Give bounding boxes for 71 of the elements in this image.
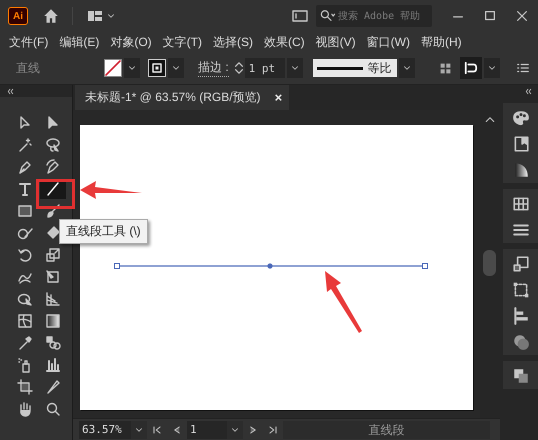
artboard-field[interactable]: 1 <box>187 420 227 438</box>
menu-item[interactable]: 帮助(H) <box>414 34 467 50</box>
knife-icon <box>45 379 61 395</box>
workspace-icon[interactable] <box>87 8 103 24</box>
last-page-icon[interactable] <box>267 424 279 436</box>
panel-icon[interactable] <box>292 8 308 24</box>
scroll-thumb[interactable] <box>483 250 496 276</box>
list-icon[interactable] <box>516 61 530 75</box>
spinner-icon[interactable] <box>232 60 245 76</box>
stroke-swatch[interactable] <box>148 59 166 77</box>
blend-icon <box>45 335 61 351</box>
wand-icon <box>17 137 33 153</box>
perspective-grid-icon <box>45 291 61 307</box>
layers-icon[interactable] <box>512 367 530 385</box>
zoom-field[interactable]: 63.57% <box>79 420 131 438</box>
stroke-profile-field[interactable]: 等比 <box>312 59 397 77</box>
fill-swatch[interactable] <box>104 59 122 77</box>
brush-icon <box>45 203 61 219</box>
document-tab[interactable]: 未标题-1* @ 63.57% (RGB/预览) × <box>75 85 289 110</box>
collapse-icon[interactable] <box>524 86 533 96</box>
pen-icon <box>17 159 33 175</box>
align-icon[interactable] <box>512 307 530 325</box>
selected-line-path[interactable] <box>114 263 428 269</box>
highlight-frame <box>36 179 75 209</box>
status-text: 直线段 <box>283 420 490 438</box>
search-icon[interactable] <box>316 5 336 27</box>
tool-tooltip: 直线段工具 (\) <box>59 219 148 244</box>
align-icon[interactable] <box>460 57 482 79</box>
menu-item[interactable]: 选择(S) <box>206 34 258 50</box>
pointer-arrow <box>325 271 362 333</box>
grid-icon[interactable] <box>438 62 452 74</box>
eyedropper-icon <box>17 335 33 351</box>
palette-icon[interactable] <box>512 109 530 127</box>
close-tab-button[interactable]: × <box>274 90 282 105</box>
gradient-icon <box>45 313 61 329</box>
pointer-arrow <box>80 181 142 199</box>
grid-icon[interactable] <box>512 195 530 213</box>
stroke-label: 描边 : <box>198 59 229 77</box>
zoom-icon <box>45 401 61 417</box>
type-icon <box>17 181 33 197</box>
transform-icon <box>45 269 61 285</box>
eraser-icon <box>45 225 61 241</box>
rectangle-icon <box>17 203 33 219</box>
menu-item[interactable]: 对象(O) <box>104 34 157 50</box>
menu-item[interactable]: 视图(V) <box>310 34 361 50</box>
scale-icon <box>45 247 61 263</box>
menu-item[interactable]: 编辑(E) <box>53 34 104 50</box>
transform-icon[interactable] <box>512 255 530 273</box>
mesh-icon <box>17 313 33 329</box>
circles-icon[interactable] <box>512 333 530 351</box>
shape-builder-icon <box>17 291 33 307</box>
stroke-weight-field[interactable]: 1 pt <box>244 58 285 78</box>
menu-item[interactable]: 文字(T) <box>156 34 207 50</box>
lasso-icon <box>45 137 61 153</box>
bar-graph-icon <box>45 357 61 373</box>
first-page-icon[interactable] <box>151 424 163 436</box>
app-logo: Ai <box>8 7 28 25</box>
home-icon[interactable] <box>42 7 60 25</box>
menu-item[interactable]: 文件(F) <box>3 34 54 50</box>
rotate-icon <box>17 247 33 263</box>
object-type-label: 直线 <box>16 60 41 76</box>
menu-item[interactable]: 窗口(W) <box>360 34 415 50</box>
document-title: 未标题-1* @ 63.57% (RGB/预览) <box>85 89 261 106</box>
menu-item[interactable]: 效果(C) <box>258 34 310 50</box>
collapse-icon[interactable] <box>6 86 15 96</box>
curved-pen-icon <box>45 159 61 175</box>
bounding-box-icon[interactable] <box>512 281 530 299</box>
search-field[interactable]: 搜索 Adobe 帮助 <box>336 5 432 27</box>
line-icon <box>45 181 61 197</box>
book-icon[interactable] <box>512 135 530 153</box>
hand-icon <box>17 401 33 417</box>
